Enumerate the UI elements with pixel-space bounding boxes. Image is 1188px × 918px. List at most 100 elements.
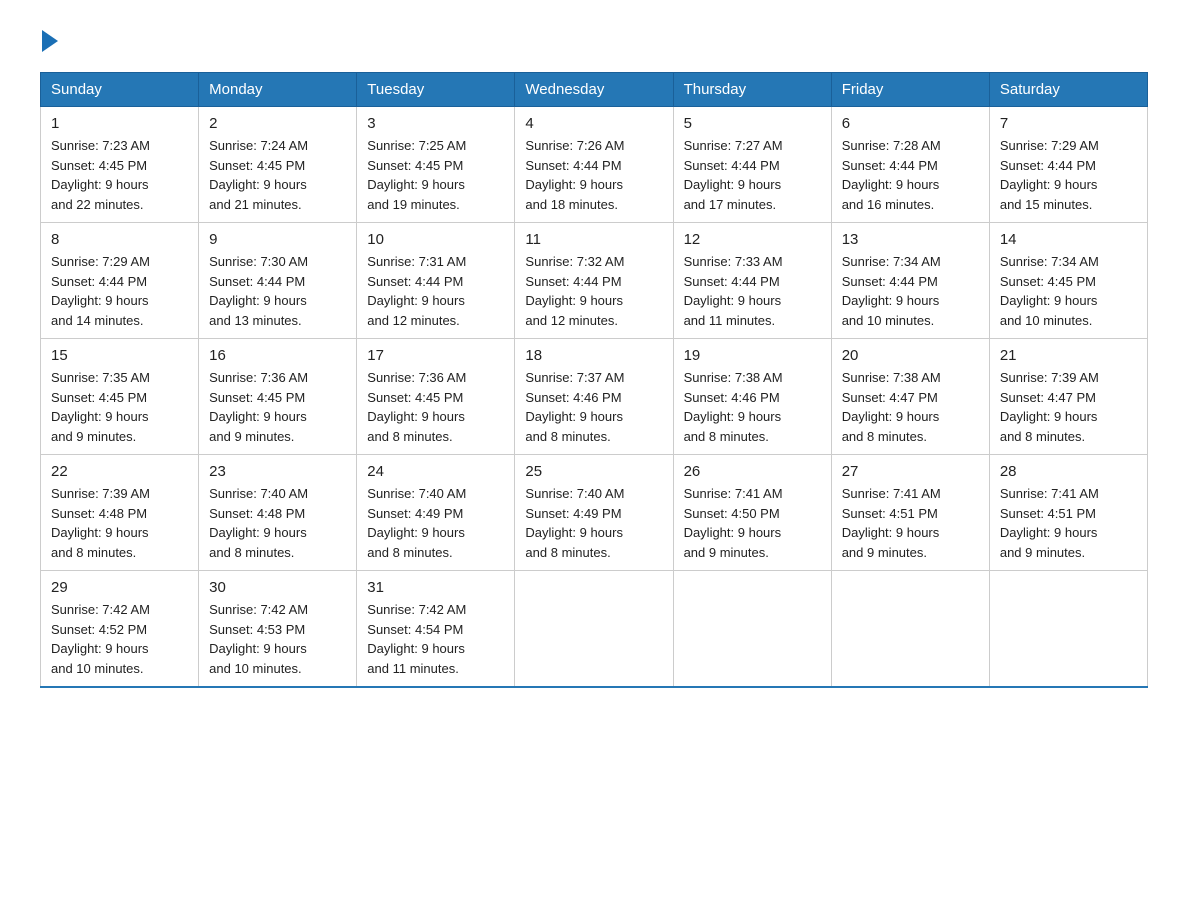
day-info: Sunrise: 7:30 AM Sunset: 4:44 PM Dayligh… [209,252,346,330]
calendar-cell [515,571,673,688]
day-number: 28 [1000,463,1137,480]
calendar-cell: 15 Sunrise: 7:35 AM Sunset: 4:45 PM Dayl… [41,339,199,455]
calendar-cell: 11 Sunrise: 7:32 AM Sunset: 4:44 PM Dayl… [515,223,673,339]
calendar-week-row: 1 Sunrise: 7:23 AM Sunset: 4:45 PM Dayli… [41,107,1148,223]
day-number: 13 [842,231,979,248]
day-info: Sunrise: 7:35 AM Sunset: 4:45 PM Dayligh… [51,368,188,446]
calendar-cell: 9 Sunrise: 7:30 AM Sunset: 4:44 PM Dayli… [199,223,357,339]
calendar-header-tuesday: Tuesday [357,73,515,107]
day-number: 23 [209,463,346,480]
calendar-header-saturday: Saturday [989,73,1147,107]
day-info: Sunrise: 7:38 AM Sunset: 4:47 PM Dayligh… [842,368,979,446]
day-info: Sunrise: 7:38 AM Sunset: 4:46 PM Dayligh… [684,368,821,446]
day-number: 9 [209,231,346,248]
day-number: 14 [1000,231,1137,248]
day-number: 21 [1000,347,1137,364]
calendar-cell: 25 Sunrise: 7:40 AM Sunset: 4:49 PM Dayl… [515,455,673,571]
calendar-cell: 19 Sunrise: 7:38 AM Sunset: 4:46 PM Dayl… [673,339,831,455]
day-number: 8 [51,231,188,248]
calendar-cell: 10 Sunrise: 7:31 AM Sunset: 4:44 PM Dayl… [357,223,515,339]
day-info: Sunrise: 7:39 AM Sunset: 4:47 PM Dayligh… [1000,368,1137,446]
calendar-header-sunday: Sunday [41,73,199,107]
calendar-cell: 2 Sunrise: 7:24 AM Sunset: 4:45 PM Dayli… [199,107,357,223]
day-number: 11 [525,231,662,248]
calendar-cell: 31 Sunrise: 7:42 AM Sunset: 4:54 PM Dayl… [357,571,515,688]
day-info: Sunrise: 7:41 AM Sunset: 4:50 PM Dayligh… [684,484,821,562]
calendar-table: SundayMondayTuesdayWednesdayThursdayFrid… [40,72,1148,688]
day-info: Sunrise: 7:34 AM Sunset: 4:44 PM Dayligh… [842,252,979,330]
calendar-cell: 18 Sunrise: 7:37 AM Sunset: 4:46 PM Dayl… [515,339,673,455]
day-number: 24 [367,463,504,480]
day-number: 30 [209,579,346,596]
day-info: Sunrise: 7:27 AM Sunset: 4:44 PM Dayligh… [684,136,821,214]
day-info: Sunrise: 7:33 AM Sunset: 4:44 PM Dayligh… [684,252,821,330]
calendar-cell: 4 Sunrise: 7:26 AM Sunset: 4:44 PM Dayli… [515,107,673,223]
day-number: 27 [842,463,979,480]
calendar-cell: 12 Sunrise: 7:33 AM Sunset: 4:44 PM Dayl… [673,223,831,339]
calendar-cell: 16 Sunrise: 7:36 AM Sunset: 4:45 PM Dayl… [199,339,357,455]
day-info: Sunrise: 7:28 AM Sunset: 4:44 PM Dayligh… [842,136,979,214]
day-info: Sunrise: 7:41 AM Sunset: 4:51 PM Dayligh… [842,484,979,562]
calendar-cell [989,571,1147,688]
day-info: Sunrise: 7:40 AM Sunset: 4:49 PM Dayligh… [525,484,662,562]
calendar-cell: 21 Sunrise: 7:39 AM Sunset: 4:47 PM Dayl… [989,339,1147,455]
calendar-week-row: 22 Sunrise: 7:39 AM Sunset: 4:48 PM Dayl… [41,455,1148,571]
day-number: 29 [51,579,188,596]
calendar-cell: 24 Sunrise: 7:40 AM Sunset: 4:49 PM Dayl… [357,455,515,571]
day-number: 19 [684,347,821,364]
day-info: Sunrise: 7:25 AM Sunset: 4:45 PM Dayligh… [367,136,504,214]
calendar-week-row: 29 Sunrise: 7:42 AM Sunset: 4:52 PM Dayl… [41,571,1148,688]
day-number: 26 [684,463,821,480]
day-info: Sunrise: 7:29 AM Sunset: 4:44 PM Dayligh… [51,252,188,330]
day-info: Sunrise: 7:41 AM Sunset: 4:51 PM Dayligh… [1000,484,1137,562]
calendar-cell: 22 Sunrise: 7:39 AM Sunset: 4:48 PM Dayl… [41,455,199,571]
calendar-cell: 17 Sunrise: 7:36 AM Sunset: 4:45 PM Dayl… [357,339,515,455]
day-number: 12 [684,231,821,248]
day-number: 5 [684,115,821,132]
calendar-cell: 8 Sunrise: 7:29 AM Sunset: 4:44 PM Dayli… [41,223,199,339]
day-info: Sunrise: 7:37 AM Sunset: 4:46 PM Dayligh… [525,368,662,446]
calendar-cell [831,571,989,688]
logo-arrow-icon [42,30,58,52]
day-number: 31 [367,579,504,596]
day-info: Sunrise: 7:40 AM Sunset: 4:48 PM Dayligh… [209,484,346,562]
day-number: 22 [51,463,188,480]
day-number: 10 [367,231,504,248]
calendar-header-monday: Monday [199,73,357,107]
day-number: 7 [1000,115,1137,132]
day-info: Sunrise: 7:42 AM Sunset: 4:54 PM Dayligh… [367,600,504,678]
calendar-cell: 5 Sunrise: 7:27 AM Sunset: 4:44 PM Dayli… [673,107,831,223]
day-info: Sunrise: 7:42 AM Sunset: 4:52 PM Dayligh… [51,600,188,678]
day-number: 2 [209,115,346,132]
day-info: Sunrise: 7:29 AM Sunset: 4:44 PM Dayligh… [1000,136,1137,214]
calendar-cell: 3 Sunrise: 7:25 AM Sunset: 4:45 PM Dayli… [357,107,515,223]
day-number: 15 [51,347,188,364]
day-number: 17 [367,347,504,364]
day-number: 6 [842,115,979,132]
day-info: Sunrise: 7:31 AM Sunset: 4:44 PM Dayligh… [367,252,504,330]
calendar-cell: 6 Sunrise: 7:28 AM Sunset: 4:44 PM Dayli… [831,107,989,223]
day-info: Sunrise: 7:36 AM Sunset: 4:45 PM Dayligh… [367,368,504,446]
calendar-cell: 29 Sunrise: 7:42 AM Sunset: 4:52 PM Dayl… [41,571,199,688]
calendar-header-friday: Friday [831,73,989,107]
day-info: Sunrise: 7:34 AM Sunset: 4:45 PM Dayligh… [1000,252,1137,330]
calendar-cell [673,571,831,688]
day-info: Sunrise: 7:24 AM Sunset: 4:45 PM Dayligh… [209,136,346,214]
calendar-cell: 28 Sunrise: 7:41 AM Sunset: 4:51 PM Dayl… [989,455,1147,571]
day-info: Sunrise: 7:26 AM Sunset: 4:44 PM Dayligh… [525,136,662,214]
day-info: Sunrise: 7:40 AM Sunset: 4:49 PM Dayligh… [367,484,504,562]
day-info: Sunrise: 7:23 AM Sunset: 4:45 PM Dayligh… [51,136,188,214]
day-number: 18 [525,347,662,364]
page-header [40,30,1148,52]
calendar-cell: 7 Sunrise: 7:29 AM Sunset: 4:44 PM Dayli… [989,107,1147,223]
calendar-cell: 27 Sunrise: 7:41 AM Sunset: 4:51 PM Dayl… [831,455,989,571]
day-info: Sunrise: 7:39 AM Sunset: 4:48 PM Dayligh… [51,484,188,562]
day-info: Sunrise: 7:32 AM Sunset: 4:44 PM Dayligh… [525,252,662,330]
calendar-cell: 13 Sunrise: 7:34 AM Sunset: 4:44 PM Dayl… [831,223,989,339]
day-number: 20 [842,347,979,364]
day-info: Sunrise: 7:42 AM Sunset: 4:53 PM Dayligh… [209,600,346,678]
day-info: Sunrise: 7:36 AM Sunset: 4:45 PM Dayligh… [209,368,346,446]
day-number: 4 [525,115,662,132]
day-number: 3 [367,115,504,132]
calendar-cell: 14 Sunrise: 7:34 AM Sunset: 4:45 PM Dayl… [989,223,1147,339]
